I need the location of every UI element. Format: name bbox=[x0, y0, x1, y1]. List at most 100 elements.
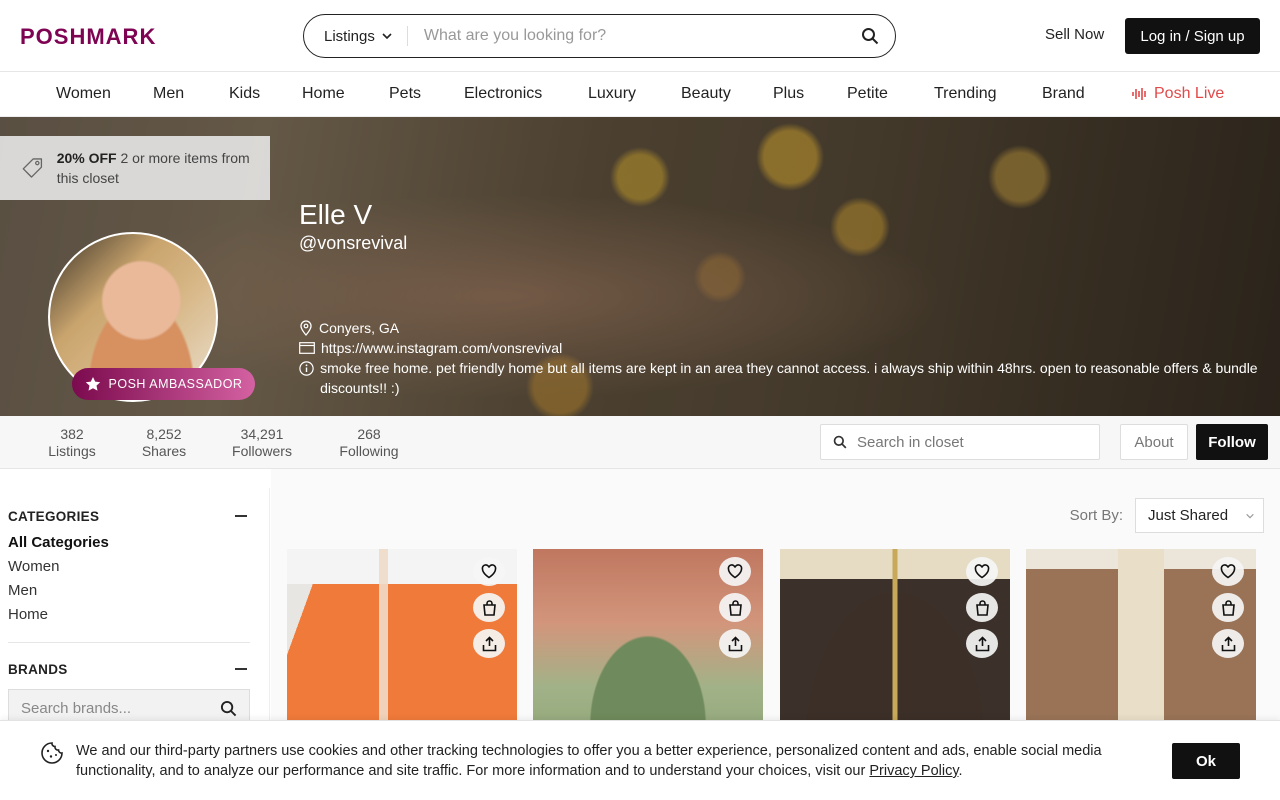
price-tag-icon bbox=[22, 158, 43, 178]
collapse-minus-icon[interactable] bbox=[235, 515, 247, 517]
sort-label: Sort By: bbox=[1069, 507, 1123, 524]
closet-search bbox=[820, 424, 1100, 460]
promo-discount: 20% OFF bbox=[56, 150, 117, 166]
header: POSHMARK Listings Sell Now Log in / Sign… bbox=[0, 0, 1280, 72]
collapse-minus-icon[interactable] bbox=[235, 668, 247, 670]
poshmark-logo[interactable]: POSHMARK bbox=[20, 24, 156, 50]
privacy-policy-link[interactable]: Privacy Policy bbox=[869, 763, 958, 779]
sort-select[interactable]: Just Shared bbox=[1135, 498, 1264, 533]
stat-followers[interactable]: 34,291 Followers bbox=[231, 426, 293, 460]
share-button[interactable] bbox=[966, 629, 998, 658]
login-signup-button[interactable]: Log in / Sign up bbox=[1125, 18, 1260, 54]
nav-item-home[interactable]: Home bbox=[302, 85, 345, 103]
location-row: Conyers, GA bbox=[299, 318, 399, 338]
sell-now-link[interactable]: Sell Now bbox=[1045, 26, 1104, 43]
search-scope-label: Listings bbox=[324, 27, 375, 45]
nav-item-plus[interactable]: Plus bbox=[773, 85, 804, 103]
shopping-bag-icon bbox=[975, 599, 989, 616]
like-button[interactable] bbox=[473, 557, 505, 586]
star-icon bbox=[85, 377, 100, 391]
nav-item-women[interactable]: Women bbox=[56, 85, 111, 103]
search-scope-dropdown[interactable]: Listings bbox=[304, 26, 408, 46]
search-icon bbox=[833, 435, 847, 449]
add-to-bundle-button[interactable] bbox=[473, 593, 505, 622]
share-icon bbox=[728, 635, 742, 651]
add-to-bundle-button[interactable] bbox=[1212, 593, 1244, 622]
live-waveform-icon bbox=[1132, 88, 1146, 100]
search-bar: Listings bbox=[303, 14, 896, 58]
cookie-text: We and our third-party partners use cook… bbox=[76, 743, 1102, 779]
like-button[interactable] bbox=[719, 557, 751, 586]
nav-item-beauty[interactable]: Beauty bbox=[681, 85, 731, 103]
categories-header[interactable]: CATEGORIES bbox=[8, 506, 261, 526]
stat-listings[interactable]: 382 Listings bbox=[48, 426, 96, 460]
bio-text: smoke free home. pet friendly home but a… bbox=[320, 360, 1258, 396]
stat-shares[interactable]: 8,252 Shares bbox=[140, 426, 188, 460]
heart-icon bbox=[974, 564, 990, 579]
chevron-down-icon bbox=[382, 33, 392, 40]
share-icon bbox=[975, 635, 989, 651]
share-button[interactable] bbox=[1212, 629, 1244, 658]
ambassador-label: POSH AMBASSADOR bbox=[108, 377, 243, 391]
heart-icon bbox=[1220, 564, 1236, 579]
nav-item-kids[interactable]: Kids bbox=[229, 85, 260, 103]
closet-owner-name: Elle V bbox=[299, 199, 373, 230]
share-icon bbox=[482, 635, 496, 651]
cookie-consent-banner: We and our third-party partners use cook… bbox=[0, 720, 1280, 800]
search-icon bbox=[862, 28, 879, 45]
add-to-bundle-button[interactable] bbox=[719, 593, 751, 622]
info-icon bbox=[299, 360, 314, 376]
nav-item-trending[interactable]: Trending bbox=[934, 85, 997, 103]
nav-item-luxury[interactable]: Luxury bbox=[588, 85, 636, 103]
category-nav: Women Men Kids Home Pets Electronics Lux… bbox=[0, 73, 1280, 117]
closet-stats-bar: 382 Listings 8,252 Shares 34,291 Followe… bbox=[0, 416, 1280, 469]
search-input[interactable] bbox=[407, 27, 845, 45]
search-button[interactable] bbox=[845, 14, 895, 58]
share-button[interactable] bbox=[719, 629, 751, 658]
brands-header[interactable]: BRANDS bbox=[8, 659, 261, 679]
search-icon[interactable] bbox=[220, 700, 237, 717]
like-button[interactable] bbox=[966, 557, 998, 586]
stat-following[interactable]: 268 Following bbox=[338, 426, 400, 460]
page: POSHMARK Listings Sell Now Log in / Sign… bbox=[0, 0, 1280, 800]
shopping-bag-icon bbox=[1221, 599, 1235, 616]
cookie-ok-button[interactable]: Ok bbox=[1172, 743, 1240, 779]
nav-item-pets[interactable]: Pets bbox=[389, 85, 421, 103]
shopping-bag-icon bbox=[728, 599, 742, 616]
closet-search-input[interactable] bbox=[857, 433, 1077, 451]
shopping-bag-icon bbox=[482, 599, 496, 616]
heart-icon bbox=[481, 564, 497, 579]
posh-live-label: Posh Live bbox=[1154, 85, 1225, 102]
brand-search-input[interactable] bbox=[21, 699, 201, 717]
nav-item-electronics[interactable]: Electronics bbox=[464, 85, 542, 103]
bio-row: smoke free home. pet friendly home but a… bbox=[299, 358, 1280, 398]
posh-ambassador-badge[interactable]: POSH AMBASSADOR bbox=[72, 368, 255, 400]
category-home[interactable]: Home bbox=[8, 606, 261, 624]
nav-item-posh-live[interactable]: Posh Live bbox=[1132, 85, 1224, 103]
website-row: https://www.instagram.com/vonsrevival bbox=[299, 338, 562, 358]
category-all[interactable]: All Categories bbox=[8, 534, 261, 552]
nav-item-petite[interactable]: Petite bbox=[847, 85, 888, 103]
nav-item-brand[interactable]: Brand bbox=[1042, 85, 1085, 103]
share-icon bbox=[1221, 635, 1235, 651]
sort-value: Just Shared bbox=[1148, 507, 1229, 524]
location-pin-icon bbox=[300, 320, 312, 336]
category-men[interactable]: Men bbox=[8, 582, 261, 600]
bundle-discount-promo: 20% OFF 2 or more items from this closet bbox=[0, 136, 270, 200]
category-women[interactable]: Women bbox=[8, 558, 261, 576]
about-button[interactable]: About bbox=[1120, 424, 1188, 460]
like-button[interactable] bbox=[1212, 557, 1244, 586]
closet-banner: 20% OFF 2 or more items from this closet… bbox=[0, 117, 1280, 416]
heart-icon bbox=[727, 564, 743, 579]
location-text: Conyers, GA bbox=[319, 320, 400, 336]
browser-window-icon bbox=[299, 342, 315, 354]
nav-item-men[interactable]: Men bbox=[153, 85, 184, 103]
sidebar-divider bbox=[8, 642, 250, 643]
share-button[interactable] bbox=[473, 629, 505, 658]
cookie-icon bbox=[41, 742, 63, 764]
chevron-down-icon bbox=[1246, 513, 1254, 518]
closet-owner-handle: @vonsrevival bbox=[299, 233, 408, 253]
follow-button[interactable]: Follow bbox=[1196, 424, 1268, 460]
add-to-bundle-button[interactable] bbox=[966, 593, 998, 622]
website-link[interactable]: https://www.instagram.com/vonsrevival bbox=[321, 338, 562, 358]
